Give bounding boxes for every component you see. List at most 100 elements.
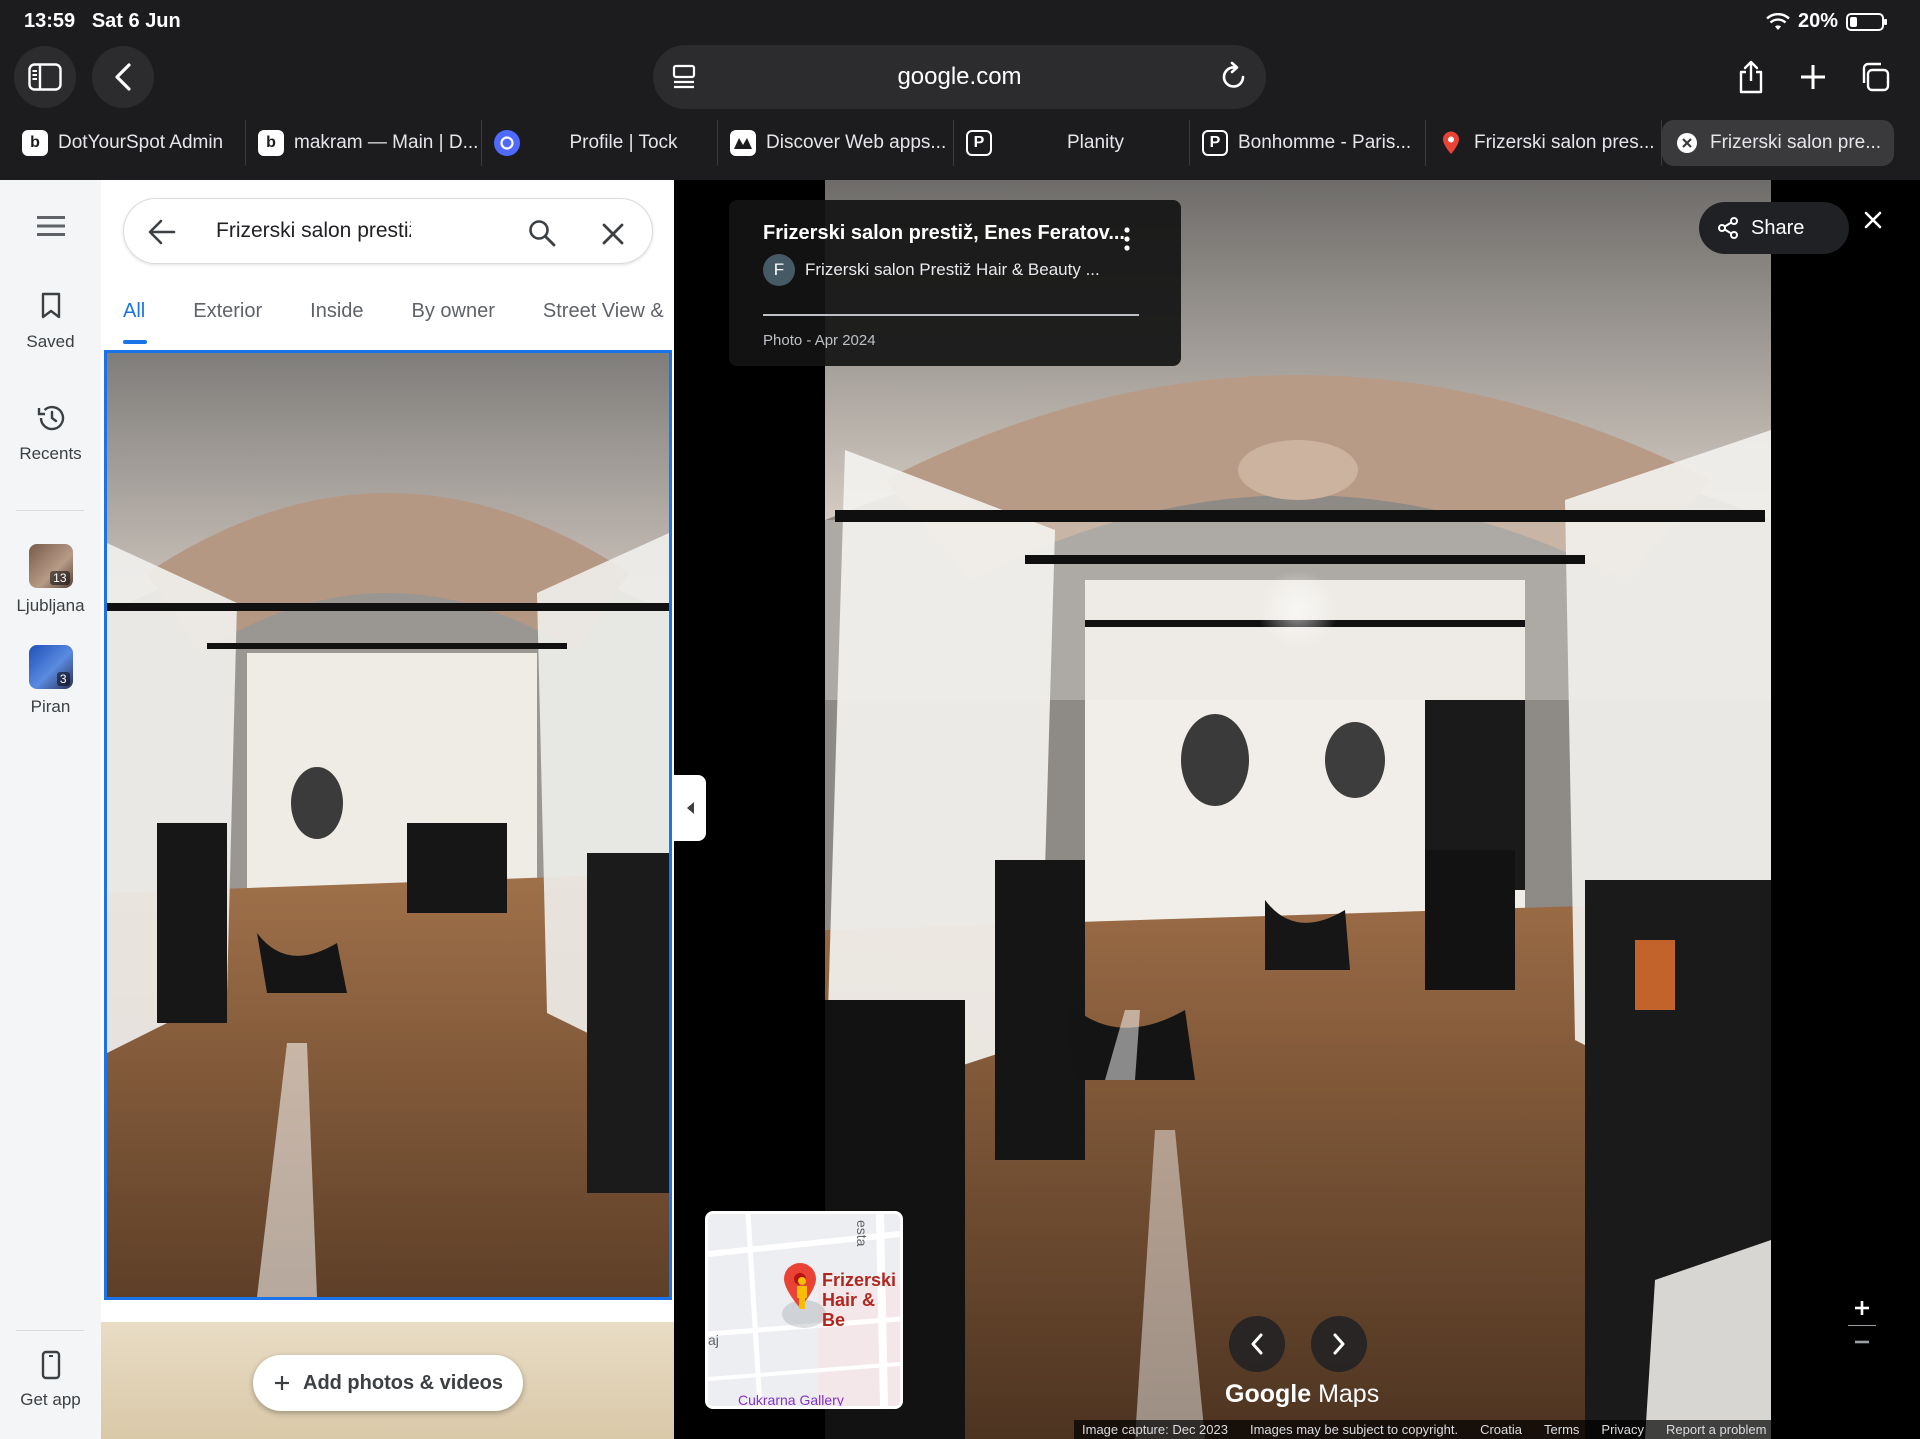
copyright-notice: Images may be subject to copyright. xyxy=(1249,1422,1459,1437)
search-icon[interactable] xyxy=(528,219,556,247)
photo-author[interactable]: F Frizerski salon Prestiž Hair & Beauty … xyxy=(763,254,1100,286)
sidebar-icon xyxy=(28,63,62,91)
status-indicators: 20% xyxy=(1766,10,1887,33)
zoom-divider xyxy=(1848,1325,1876,1326)
phone-icon xyxy=(41,1350,60,1380)
status-time: 13:59 xyxy=(24,10,76,32)
privacy-link[interactable]: Privacy xyxy=(1601,1422,1644,1437)
caret-left-icon xyxy=(687,802,694,814)
pegman-icon xyxy=(797,1277,807,1309)
browser-tab[interactable]: b DotYourSpot Admin xyxy=(10,120,246,166)
planity-logo-icon: P xyxy=(966,130,992,156)
browser-tab[interactable]: Frizerski salon pres... xyxy=(1426,120,1662,166)
b-logo-icon: b xyxy=(258,130,284,156)
saved-button[interactable]: Saved xyxy=(0,292,101,352)
salon-photo-thumbnail xyxy=(107,353,669,1297)
address-text: google.com xyxy=(897,63,1022,90)
history-icon xyxy=(37,405,64,431)
address-bar[interactable]: google.com xyxy=(653,45,1266,109)
search-box[interactable]: Frizerski salon prestiž, Enes Feratovi xyxy=(123,198,653,264)
google-maps-pin-icon xyxy=(1438,130,1464,156)
back-button[interactable] xyxy=(92,46,154,108)
tab-inside[interactable]: Inside xyxy=(310,300,363,323)
plus-icon xyxy=(275,1376,289,1390)
minimap-street-label: esta xyxy=(854,1220,870,1247)
tab-label: Discover Web apps... xyxy=(766,132,947,153)
share-page-button[interactable] xyxy=(1720,46,1782,108)
wifi-icon xyxy=(1766,12,1790,30)
previous-photo-button[interactable] xyxy=(1229,1316,1285,1372)
arrow-back-icon[interactable] xyxy=(148,219,176,245)
place-photo-count: 3 xyxy=(56,672,70,686)
battery-percent: 20% xyxy=(1797,10,1838,32)
report-problem-link[interactable]: Report a problem xyxy=(1666,1422,1766,1437)
close-tab-icon[interactable] xyxy=(1674,130,1700,156)
recents-button[interactable]: Recents xyxy=(0,404,101,464)
photo-category-tabs: All Exterior Inside By owner Street View… xyxy=(123,300,674,344)
author-name: Frizerski salon Prestiž Hair & Beauty ..… xyxy=(805,260,1100,279)
share-icon xyxy=(1739,60,1763,94)
get-app-button[interactable]: Get app xyxy=(0,1350,101,1410)
add-photos-label: Add photos & videos xyxy=(303,1371,503,1394)
share-nodes-icon xyxy=(1718,217,1738,239)
browser-tab-active[interactable]: Frizerski salon pre... xyxy=(1662,120,1894,166)
collapse-panel-button[interactable] xyxy=(674,775,706,841)
share-label: Share xyxy=(1751,216,1805,239)
browser-tab[interactable]: b makram — Main | D... xyxy=(246,120,482,166)
close-viewer-icon[interactable] xyxy=(1863,210,1883,230)
zoom-out-icon[interactable] xyxy=(1844,1330,1880,1354)
b-logo-icon: b xyxy=(22,130,48,156)
tab-all[interactable]: All xyxy=(123,300,148,344)
place-photo-count: 13 xyxy=(50,571,70,585)
salon-photo[interactable] xyxy=(825,180,1771,1439)
google-maps-logo: Google Maps xyxy=(1225,1380,1379,1409)
tab-exterior[interactable]: Exterior xyxy=(193,300,262,323)
avatar: F xyxy=(763,254,795,286)
minimap-poi-label: Cukrarna Gallery xyxy=(738,1392,844,1408)
web-apps-logo-icon xyxy=(730,130,756,156)
photo-viewer: Frizerski salon prestiž, Enes Feratov...… xyxy=(674,180,1920,1439)
browser-tab[interactable]: P Bonhomme - Paris... xyxy=(1190,120,1426,166)
add-photos-button[interactable]: Add photos & videos xyxy=(253,1355,523,1411)
tab-by-owner[interactable]: By owner xyxy=(412,300,495,323)
minimap[interactable]: Frizerski Hair & Be esta aj Cukrarna Gal… xyxy=(705,1211,903,1409)
tab-overview-button[interactable] xyxy=(1844,46,1906,108)
sidebar-toggle-button[interactable] xyxy=(14,46,76,108)
zoom-in-icon[interactable] xyxy=(1844,1295,1880,1321)
new-tab-button[interactable] xyxy=(1782,46,1844,108)
tab-street-view[interactable]: Street View & xyxy=(543,300,664,323)
get-app-label: Get app xyxy=(20,1390,81,1409)
place-label: Ljubljana xyxy=(16,596,85,615)
search-input[interactable]: Frizerski salon prestiž, Enes Feratovi xyxy=(216,219,411,243)
zoom-controls xyxy=(1844,1295,1880,1354)
chevron-right-icon xyxy=(1333,1333,1345,1355)
terms-link[interactable]: Terms xyxy=(1544,1422,1579,1437)
tock-logo-icon xyxy=(494,130,520,156)
logo-google: Google xyxy=(1225,1380,1312,1408)
menu-button[interactable] xyxy=(0,216,101,236)
recent-place-piran[interactable]: 3 Piran xyxy=(0,645,101,717)
close-icon[interactable] xyxy=(602,223,624,245)
saved-label: Saved xyxy=(26,332,75,351)
battery-icon xyxy=(1846,12,1887,31)
rail-divider xyxy=(16,1330,84,1331)
tab-bar: b DotYourSpot Admin b makram — Main | D.… xyxy=(10,120,1910,166)
place-title[interactable]: Frizerski salon prestiž, Enes Feratov... xyxy=(763,222,1133,245)
browser-tab[interactable]: Profile | Tock xyxy=(482,120,718,166)
tab-label: DotYourSpot Admin xyxy=(58,132,224,153)
tab-label: Bonhomme - Paris... xyxy=(1238,132,1412,153)
next-photo-button[interactable] xyxy=(1311,1316,1367,1372)
more-vert-icon[interactable] xyxy=(1123,226,1131,252)
tab-label: Profile | Tock xyxy=(569,132,678,153)
maps-left-rail: Saved Recents 13 Ljubljana 3 Piran Get a… xyxy=(0,180,101,1439)
browser-tab[interactable]: Discover Web apps... xyxy=(718,120,954,166)
browser-tab[interactable]: P Planity xyxy=(954,120,1190,166)
share-button[interactable]: Share xyxy=(1699,202,1849,254)
selected-photo-thumbnail[interactable] xyxy=(104,350,672,1300)
reload-icon[interactable] xyxy=(1220,61,1248,91)
place-thumbnail: 13 xyxy=(28,544,73,588)
recent-place-ljubljana[interactable]: 13 Ljubljana xyxy=(0,544,101,616)
minimap-edge-label: aj xyxy=(708,1332,719,1348)
region-link[interactable]: Croatia xyxy=(1480,1422,1522,1437)
photos-side-panel: Frizerski salon prestiž, Enes Feratovi A… xyxy=(101,180,674,1439)
